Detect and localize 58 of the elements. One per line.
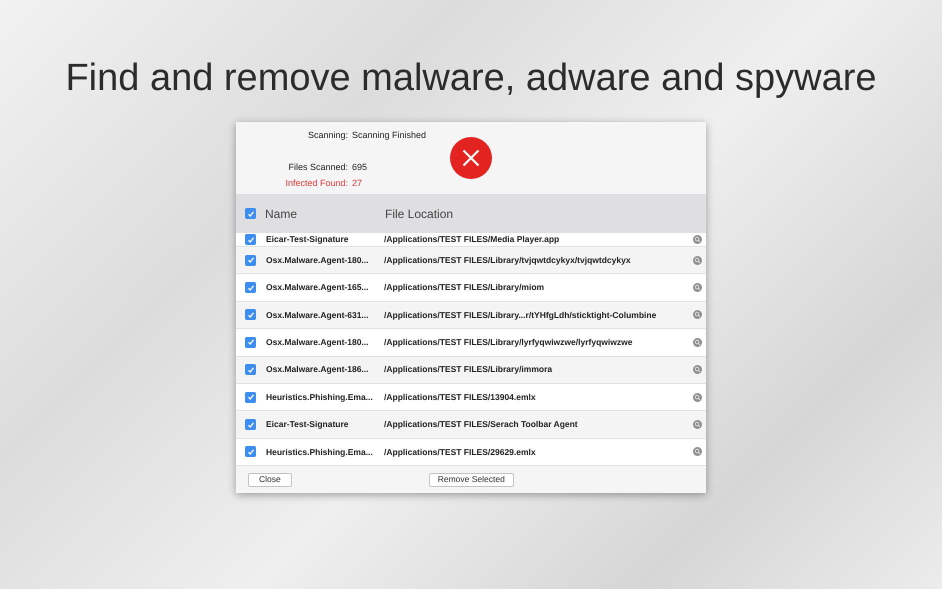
headline: Find and remove malware, adware and spyware <box>65 56 877 101</box>
column-header[interactable]: Name <box>265 204 385 222</box>
checkbox[interactable] <box>245 282 256 294</box>
table-row[interactable]: Eicar-Test-Signature /Applications/TEST FILES/Serach Toolbar Agent <box>236 411 706 439</box>
checkbox[interactable] <box>245 254 256 266</box>
magnifier-icon[interactable] <box>693 256 702 265</box>
table-row[interactable]: Heuristics.Phishing.Ema... /Applications/TEST FILES/29629.emlx <box>236 438 706 466</box>
close-button[interactable]: Close <box>248 472 292 487</box>
file-path: /Applications/TEST FILES/29629.emlx <box>384 446 537 458</box>
magnifier-icon[interactable] <box>693 365 702 374</box>
magnifier-icon[interactable] <box>693 447 702 456</box>
magnifier-icon[interactable] <box>693 283 702 292</box>
table-row[interactable]: Heuristics.Phishing.Ema... /Applications/TEST FILES/13904.emlx <box>236 384 706 412</box>
table-row[interactable]: Osx.Malware.Agent-186... /Applications/TEST FILES/Library/immora <box>236 356 706 384</box>
threat-name: Osx.Malware.Agent-180... <box>266 336 370 349</box>
checkbox[interactable] <box>245 336 256 348</box>
threat-name: Eicar-Test-Signature <box>266 233 350 246</box>
file-path: /Applications/TEST FILES/Serach Toolbar Agent <box>384 418 579 431</box>
file-path: /Applications/TEST FILES/Media Player.app <box>384 233 560 246</box>
file-path: /Applications/TEST FILES/Library...r/tYHfgLdh/sticktight-Columbine <box>384 308 658 322</box>
checkbox[interactable] <box>245 392 256 403</box>
table-row[interactable]: Osx.Malware.Agent-631... /Applications/TEST FILES/Library...r/tYHfgLdh/sticktight-Columbine <box>236 302 706 330</box>
scanning-status: Scanning Finished <box>352 129 426 141</box>
magnifier-icon[interactable] <box>693 310 702 320</box>
magnifier-icon[interactable] <box>693 235 702 244</box>
checkbox[interactable] <box>245 234 256 245</box>
checkbox[interactable] <box>245 446 256 458</box>
file-path: /Applications/TEST FILES/Library/lyrfyqwiwzwe/lyrfyqwiwzwe <box>384 336 634 349</box>
threat-name: Eicar-Test-Signature <box>266 418 350 431</box>
scanning-label: Scanning: <box>308 129 348 141</box>
remove-selected-button[interactable]: Remove Selected <box>428 472 514 487</box>
threat-name: Osx.Malware.Agent-631... <box>266 308 370 322</box>
checkbox[interactable] <box>245 364 256 376</box>
checkbox[interactable] <box>245 208 256 219</box>
files-count: 695 <box>352 161 368 173</box>
threat-name: Heuristics.Phishing.Ema... <box>266 390 374 404</box>
table-row[interactable]: Osx.Malware.Agent-165... /Applications/TEST FILES/Library/miom <box>236 274 706 302</box>
threat-name: Osx.Malware.Agent-186... <box>266 363 370 376</box>
files-label: Files Scanned: <box>288 161 348 173</box>
magnifier-icon[interactable] <box>693 338 702 347</box>
threat-name: Osx.Malware.Agent-165... <box>266 281 370 294</box>
magnifier-icon[interactable] <box>693 392 702 402</box>
file-path: /Applications/TEST FILES/Library/miom <box>384 281 546 294</box>
checkbox[interactable] <box>245 419 256 430</box>
threat-name: Heuristics.Phishing.Ema... <box>266 446 374 458</box>
infected-label: Infected Found: <box>285 177 348 189</box>
error-x-icon <box>450 137 492 179</box>
infected-count: 27 <box>352 177 364 189</box>
file-path: /Applications/TEST FILES/13904.emlx <box>384 390 537 404</box>
table-row[interactable]: Eicar-Test-Signature /Applications/TEST FILES/Media Player.app <box>236 233 706 247</box>
file-path: /Applications/TEST FILES/Library/immora <box>384 363 554 376</box>
checkbox[interactable] <box>245 309 256 320</box>
table-row[interactable]: Osx.Malware.Agent-180... /Applications/TEST FILES/Library/tvjqwtdcykyx/tvjqwtdcykyx <box>236 247 706 274</box>
column-header[interactable]: File Location <box>385 204 454 222</box>
file-path: /Applications/TEST FILES/Library/tvjqwtdcykyx/tvjqwtdcykyx <box>384 254 632 267</box>
table-row[interactable]: Osx.Malware.Agent-180... /Applications/TEST FILES/Library/lyrfyqwiwzwe/lyrfyqwiwzwe <box>236 329 706 357</box>
threat-name: Osx.Malware.Agent-180... <box>266 254 370 267</box>
magnifier-icon[interactable] <box>693 420 702 430</box>
